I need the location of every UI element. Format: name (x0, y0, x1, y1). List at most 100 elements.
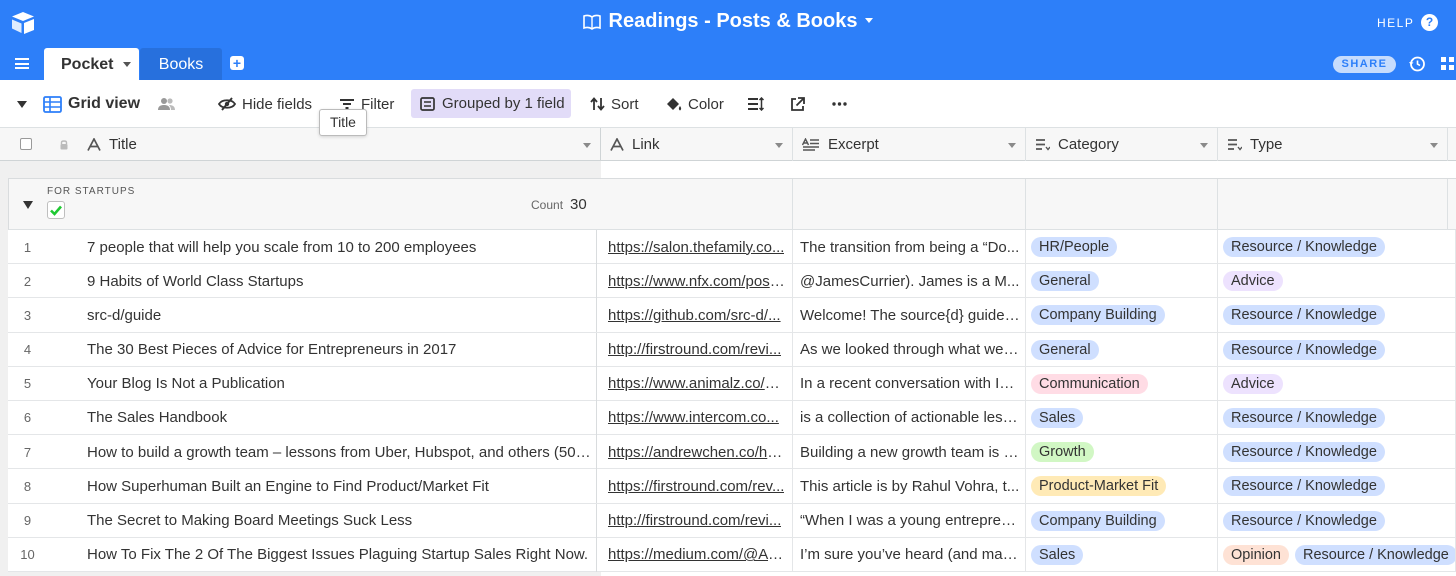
type-cell[interactable]: Advice (1218, 366, 1456, 401)
column-header-link[interactable]: Link (601, 128, 793, 161)
more-options-button[interactable] (832, 80, 853, 128)
category-cell[interactable]: General (1026, 332, 1218, 367)
group-header-cell (793, 179, 1026, 230)
link-cell[interactable]: https://firstround.com/rev... (601, 469, 793, 504)
extensions-icon[interactable] (1440, 56, 1456, 72)
chevron-down-icon[interactable] (1430, 143, 1438, 148)
table-row[interactable]: 6 The Sales Handbook https://www.intercom.… (8, 400, 1456, 436)
tab-pocket[interactable]: Pocket (44, 48, 139, 80)
collapse-group-icon[interactable] (23, 201, 33, 209)
collaborators-button[interactable] (157, 80, 182, 128)
category-cell[interactable]: HR/People (1026, 230, 1218, 264)
tag-pill: Sales (1031, 407, 1084, 428)
table-row[interactable]: 3 src-d/guide https://github.com/src-d/...… (8, 298, 1456, 333)
link-cell[interactable]: http://firstround.com/revi... (601, 332, 793, 367)
category-cell[interactable]: Product-Market Fit (1026, 469, 1218, 504)
title-cell[interactable]: Your Blog Is Not a Publication (87, 366, 597, 401)
excerpt-cell[interactable]: @JamesCurrier). James is a M... (793, 264, 1026, 299)
color-button[interactable]: Color (665, 80, 724, 128)
excerpt-cell[interactable]: The transition from being a “Do... (793, 230, 1026, 264)
excerpt-cell[interactable]: In a recent conversation with Int... (793, 366, 1026, 401)
excerpt-cell[interactable]: Welcome! The source{d} guide ... (793, 298, 1026, 333)
link-cell[interactable]: https://www.nfx.com/post... (601, 264, 793, 299)
title-cell[interactable]: src-d/guide (87, 298, 597, 333)
hamburger-menu-icon[interactable] (15, 58, 29, 69)
title-cell-text: src-d/guide (87, 306, 162, 324)
base-title[interactable]: Readings - Posts & Books (0, 10, 1456, 33)
chevron-down-icon[interactable] (1008, 143, 1016, 148)
title-cell[interactable]: How Superhuman Built an Engine to Find P… (87, 469, 597, 504)
category-cell[interactable]: Sales (1026, 537, 1218, 572)
tag-pill: Growth (1031, 442, 1094, 463)
hide-fields-button[interactable]: Hide fields (218, 80, 312, 128)
table-row[interactable]: 1 7 people that will help you scale from … (8, 230, 1456, 265)
category-cell[interactable]: Communication (1026, 366, 1218, 401)
title-cell[interactable]: How To Fix The 2 Of The Biggest Issues P… (87, 537, 597, 572)
table-row[interactable]: 7 How to build a growth team – lessons fr… (8, 435, 1456, 470)
title-cell[interactable]: 9 Habits of World Class Startups (87, 264, 597, 299)
type-cell[interactable]: Resource / Knowledge (1218, 400, 1456, 435)
link-cell[interactable]: https://andrewchen.co/ho... (601, 435, 793, 470)
table-row[interactable]: 2 9 Habits of World Class Startups https:/… (8, 264, 1456, 299)
excerpt-cell[interactable]: is a collection of actionable less... (793, 400, 1026, 435)
excerpt-cell[interactable]: “When I was a young entrepren... (793, 503, 1026, 538)
chevron-down-icon[interactable] (583, 143, 591, 148)
link-cell[interactable]: https://medium.com/@Av... (601, 537, 793, 572)
type-cell[interactable]: Advice (1218, 264, 1456, 299)
type-cell[interactable]: Resource / Knowledge (1218, 503, 1456, 538)
share-button[interactable]: SHARE (1333, 56, 1396, 73)
table-row[interactable]: 9 The Secret to Making Board Meetings Suc… (8, 503, 1456, 538)
tag-pill: Resource / Knowledge (1223, 442, 1385, 463)
chevron-down-icon[interactable] (123, 62, 131, 67)
table-row[interactable]: 10 How To Fix The 2 Of The Biggest Issues… (8, 537, 1456, 572)
sort-button[interactable]: Sort (590, 80, 639, 128)
link-cell[interactable]: http://firstround.com/revi... (601, 503, 793, 538)
type-cell[interactable]: Resource / Knowledge (1218, 298, 1456, 333)
category-cell[interactable]: Company Building (1026, 503, 1218, 538)
title-cell[interactable]: How to build a growth team – lessons fro… (87, 435, 597, 470)
sidebar-toggle-icon[interactable] (17, 101, 27, 108)
type-cell[interactable]: Resource / Knowledge (1218, 332, 1456, 367)
column-header-excerpt[interactable]: Excerpt (793, 128, 1026, 161)
table-row[interactable]: 8 How Superhuman Built an Engine to Find … (8, 469, 1456, 504)
type-cell[interactable]: Opinion Resource / Knowledge (1218, 537, 1456, 572)
share-view-button[interactable] (790, 80, 811, 128)
history-icon[interactable] (1408, 55, 1426, 73)
category-cell[interactable]: Sales (1026, 400, 1218, 435)
title-cell[interactable]: 7 people that will help you scale from 1… (87, 230, 597, 264)
table-row[interactable]: 5 Your Blog Is Not a Publication https://w… (8, 366, 1456, 401)
category-cell[interactable]: General (1026, 264, 1218, 299)
type-cell[interactable]: Resource / Knowledge (1218, 435, 1456, 470)
title-cell[interactable]: The 30 Best Pieces of Advice for Entrepr… (87, 332, 597, 367)
type-cell[interactable]: Resource / Knowledge (1218, 230, 1456, 264)
link-cell[interactable]: https://www.animalz.co/bl... (601, 366, 793, 401)
tab-books[interactable]: Books (140, 48, 222, 80)
excerpt-cell[interactable]: Building a new growth team is h... (793, 435, 1026, 470)
chevron-down-icon[interactable] (775, 143, 783, 148)
excerpt-cell[interactable]: This article is by Rahul Vohra, t... (793, 469, 1026, 504)
link-cell[interactable]: https://github.com/src-d/... (601, 298, 793, 333)
category-cell[interactable]: Company Building (1026, 298, 1218, 333)
chevron-down-icon[interactable] (1200, 143, 1208, 148)
group-header[interactable]: FOR STARTUPS Count 30 (8, 178, 601, 230)
view-toolbar: Grid view Hide fields Filter Grouped by … (0, 80, 1456, 128)
help-link[interactable]: HELP (1377, 16, 1414, 30)
select-all-checkbox[interactable] (20, 138, 32, 150)
table-row[interactable]: 4 The 30 Best Pieces of Advice for Entrep… (8, 332, 1456, 367)
type-cell[interactable]: Resource / Knowledge (1218, 469, 1456, 504)
link-cell[interactable]: https://salon.thefamily.co... (601, 230, 793, 264)
column-header-type[interactable]: Type (1218, 128, 1448, 161)
excerpt-cell[interactable]: As we looked through what we ... (793, 332, 1026, 367)
row-height-button[interactable] (747, 80, 770, 128)
group-button[interactable]: Grouped by 1 field (411, 89, 571, 118)
category-cell[interactable]: Growth (1026, 435, 1218, 470)
link-cell[interactable]: https://www.intercom.co... (601, 400, 793, 435)
view-switcher[interactable]: Grid view (43, 80, 140, 128)
link-cell-text: http://firstround.com/revi... (608, 341, 782, 359)
title-cell[interactable]: The Secret to Making Board Meetings Suck… (87, 503, 597, 538)
question-icon[interactable]: ? (1421, 14, 1438, 31)
title-cell[interactable]: The Sales Handbook (87, 400, 597, 435)
add-table-icon[interactable]: + (230, 56, 244, 70)
column-header-category[interactable]: Category (1026, 128, 1218, 161)
excerpt-cell[interactable]: I’m sure you’ve heard (and may... (793, 537, 1026, 572)
